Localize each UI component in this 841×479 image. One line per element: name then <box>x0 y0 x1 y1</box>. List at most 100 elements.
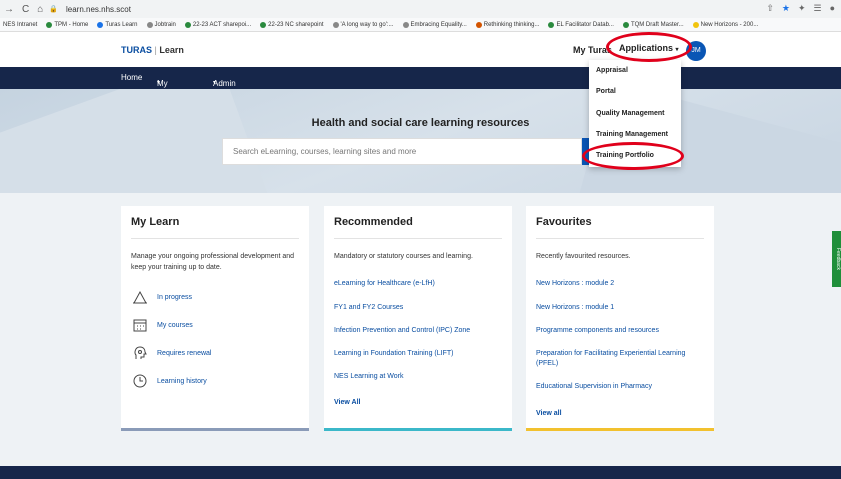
menu-item-portal[interactable]: Portal <box>596 88 616 95</box>
applications-menu-button[interactable]: Applications ▾ <box>614 41 684 57</box>
card-title: My Learn <box>131 216 180 228</box>
bookmark-favicon-icon <box>622 21 629 28</box>
bookmark-favicon-icon <box>402 21 409 28</box>
bookmark-label: 22-23 ACT sharepoi... <box>192 21 252 28</box>
hiker-icon <box>131 288 149 306</box>
my-courses-link[interactable]: My courses <box>131 316 193 334</box>
avatar[interactable]: JM <box>686 41 706 61</box>
extension-icon[interactable]: ✦ <box>798 3 806 14</box>
recommended-link[interactable]: Infection Prevention and Control (IPC) Z… <box>334 326 504 336</box>
favourite-link[interactable]: Educational Supervision in Pharmacy <box>536 382 706 392</box>
bookmark-item[interactable]: Rethinking thinking... <box>475 21 540 28</box>
divider <box>536 238 704 239</box>
profile-icon[interactable]: ● <box>830 3 835 14</box>
calendar-icon <box>131 316 149 334</box>
in-progress-link[interactable]: In progress <box>131 288 192 306</box>
hero-title: Health and social care learning resource… <box>311 117 530 129</box>
head-gear-icon <box>131 344 149 362</box>
bookmark-favicon-icon <box>260 21 267 28</box>
bookmark-item[interactable]: Jobtrain <box>146 21 176 28</box>
bookmark-label: Rethinking thinking... <box>483 21 540 28</box>
divider <box>131 238 299 239</box>
bookmark-label: EL Facilitator Datab... <box>556 21 614 28</box>
reload-icon[interactable]: C <box>22 4 29 15</box>
bookmark-favicon-icon <box>475 21 482 28</box>
bookmark-item[interactable]: NES Intranet <box>3 22 37 28</box>
menu-item-appraisal[interactable]: Appraisal <box>596 67 628 74</box>
card-description: Manage your ongoing professional develop… <box>131 253 295 271</box>
recommended-link[interactable]: eLearning for Healthcare (e-LfH) <box>334 279 504 289</box>
card-accent-bar <box>324 428 512 431</box>
my-learn-card: My Learn Manage your ongoing professiona… <box>121 206 309 431</box>
favourite-link[interactable]: Preparation for Facilitating Experientia… <box>536 349 706 369</box>
applications-label: Applications <box>619 43 674 53</box>
view-all-link[interactable]: View All <box>334 398 504 408</box>
favourite-link[interactable]: Programme components and resources <box>536 326 706 336</box>
recommended-link[interactable]: Learning in Foundation Training (LIFT) <box>334 349 504 359</box>
favourite-link[interactable]: New Horizons : module 2 <box>536 279 706 289</box>
bookmark-label: NES Intranet <box>3 21 38 28</box>
site-header: TURAS | Learn My Turas Applications ▾ JM <box>0 32 841 67</box>
bookmark-label: Jobtrain <box>154 21 176 28</box>
bookmark-favicon-icon <box>548 21 555 28</box>
recommended-link[interactable]: NES Learning at Work <box>334 372 504 382</box>
bookmark-item[interactable]: 22-23 ACT sharepoi... <box>184 21 252 28</box>
bookmark-item[interactable]: Embracing Equality... <box>402 21 467 28</box>
bookmark-item[interactable]: Turas Learn <box>97 21 138 28</box>
hero-banner: Health and social care learning resource… <box>0 89 841 193</box>
caret-down-icon: ▾ <box>157 80 161 86</box>
turas-logo[interactable]: TURAS | Learn <box>121 45 184 55</box>
divider <box>334 238 502 239</box>
share-icon[interactable]: ⇧ <box>766 3 774 14</box>
bookmark-label: 22-23 NC sharepoint <box>268 21 324 28</box>
feedback-tab[interactable]: Feedback <box>832 231 841 287</box>
brand-separator: | <box>154 45 157 55</box>
bookmark-favicon-icon <box>184 21 191 28</box>
bookmark-item[interactable]: 'A long way to go':... <box>332 21 394 28</box>
bookmark-favicon-icon <box>46 21 53 28</box>
nav-home[interactable]: Home <box>121 73 142 82</box>
bookmark-item[interactable]: TQM Draft Master... <box>622 21 684 28</box>
requires-renewal-link[interactable]: Requires renewal <box>131 344 211 362</box>
forward-icon[interactable]: → <box>4 4 14 15</box>
bookmark-label: 'A long way to go':... <box>340 21 394 28</box>
applications-dropdown: Appraisal Portal Quality Management Trai… <box>589 60 681 167</box>
bookmark-item[interactable]: New Horizons - 200... <box>692 21 759 28</box>
nav-admin-label: Admin <box>213 79 236 88</box>
home-icon[interactable]: ⌂ <box>37 4 43 15</box>
card-description: Recently favourited resources. <box>536 253 631 260</box>
bookmark-label: Embracing Equality... <box>410 21 467 28</box>
learning-history-link[interactable]: Learning history <box>131 372 207 390</box>
my-turas-link[interactable]: My Turas <box>573 45 612 55</box>
search-input[interactable]: Search eLearning, courses, learning site… <box>222 138 582 165</box>
browser-extensions: ⇧ ★ ✦ ☰ ● <box>766 3 835 14</box>
card-title: Recommended <box>334 216 413 228</box>
favourite-link[interactable]: New Horizons : module 1 <box>536 303 706 313</box>
bookmark-label: TPM - Home <box>54 21 89 28</box>
menu-item-quality-management[interactable]: Quality Management <box>596 110 664 117</box>
view-all-link[interactable]: View all <box>536 409 706 419</box>
bookmark-item[interactable]: 22-23 NC sharepoint <box>260 21 324 28</box>
bookmark-label: New Horizons - 200... <box>700 21 759 28</box>
lock-icon: 🔒 <box>49 6 58 13</box>
caret-down-icon: ▾ <box>213 80 217 86</box>
card-accent-bar <box>526 428 714 431</box>
bookmark-star-icon[interactable]: ★ <box>782 3 790 14</box>
bookmark-favicon-icon <box>97 21 104 28</box>
site-footer <box>0 466 841 479</box>
address-bar[interactable]: learn.nes.nhs.scot <box>66 5 131 14</box>
link-label: Learning history <box>157 377 207 385</box>
bookmark-item[interactable]: TPM - Home <box>46 21 89 28</box>
bookmark-favicon-icon <box>332 21 339 28</box>
brand-name: TURAS <box>121 45 152 55</box>
menu-icon[interactable]: ☰ <box>813 3 821 14</box>
link-label: My courses <box>157 321 193 329</box>
link-label: Requires renewal <box>157 349 212 357</box>
recommended-link[interactable]: FY1 and FY2 Courses <box>334 303 504 313</box>
bookmark-favicon-icon <box>146 21 153 28</box>
main-nav: Home My Learn ▾ Admin ▾ <box>0 67 841 97</box>
menu-item-training-portfolio[interactable]: Training Portfolio <box>596 152 654 159</box>
menu-item-training-management[interactable]: Training Management <box>596 131 668 138</box>
bookmark-item[interactable]: EL Facilitator Datab... <box>548 21 614 28</box>
recommended-card: Recommended Mandatory or statutory cours… <box>324 206 512 431</box>
